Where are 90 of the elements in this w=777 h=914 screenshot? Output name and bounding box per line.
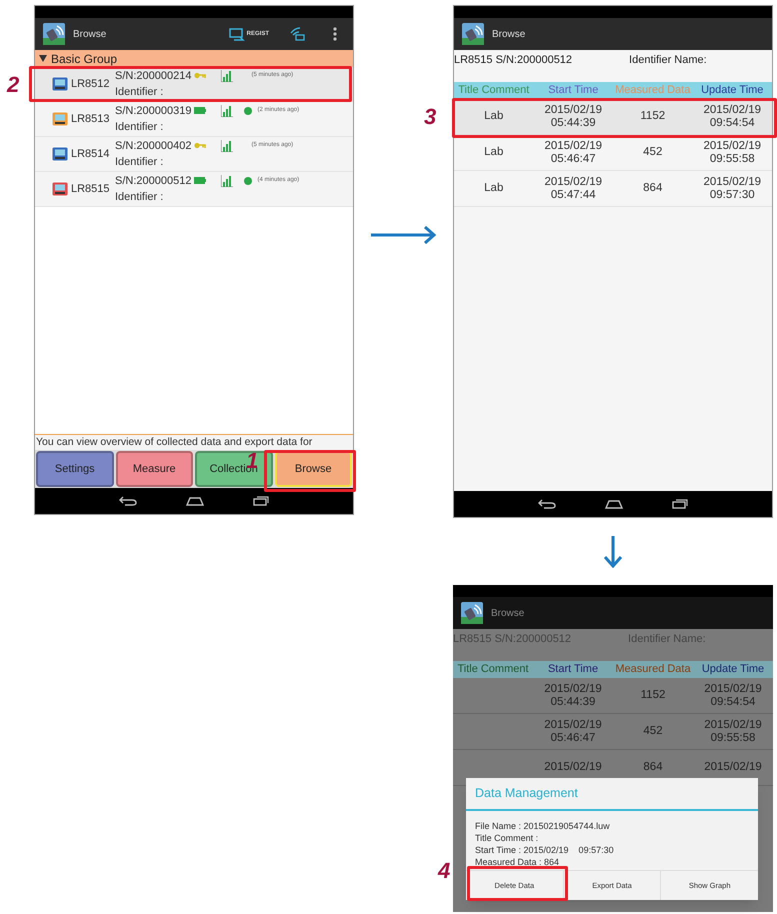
dialog-text: Measured Data : 864 xyxy=(475,856,560,868)
table-cell: 2015/02/19 05:46:47 xyxy=(544,140,602,166)
group-header[interactable]: Basic Group xyxy=(35,50,353,67)
signal-icon xyxy=(221,70,234,82)
signal-icon xyxy=(221,104,234,117)
back-icon[interactable] xyxy=(119,496,137,506)
table-cell: 2015/02/19 xyxy=(544,761,602,774)
device-model: LR8513 xyxy=(71,112,111,127)
key-icon xyxy=(194,72,206,80)
monitor-icon[interactable] xyxy=(228,28,245,40)
device-serial-label: LR8515 S/N:200000512 xyxy=(454,52,572,68)
identifier-label: Identifier : xyxy=(115,155,164,170)
column-header: Start Time xyxy=(548,84,598,97)
table-cell: 2015/02/19 05:47:44 xyxy=(544,176,602,202)
screen-title: Browse xyxy=(73,28,106,42)
overflow-menu-icon[interactable] xyxy=(333,27,337,41)
table-cell: 452 xyxy=(643,725,663,738)
table-cell: 1152 xyxy=(640,689,666,702)
column-header: Title Comment xyxy=(457,663,529,676)
table-cell: 2015/02/19 05:44:39 xyxy=(544,104,602,130)
battery-icon xyxy=(194,177,206,184)
status-dot-icon xyxy=(244,106,252,115)
identifier-label: Identifier : xyxy=(115,85,164,100)
table-cell: 1152 xyxy=(640,110,666,123)
table-cell: 2015/02/19 09:55:58 xyxy=(703,140,762,166)
table-cell: Lab xyxy=(484,182,504,195)
column-header: Start Time xyxy=(548,663,598,676)
table-row[interactable]: 2015/02/19 05:46:47 452 2015/02/19 09:55:58 xyxy=(453,714,773,750)
battery-icon xyxy=(194,107,206,114)
identifier-label: Identifier : xyxy=(115,190,164,205)
column-header: Update Time xyxy=(702,663,764,676)
callout-number: 4 xyxy=(438,860,450,882)
signal-icon xyxy=(221,140,234,152)
app-logo-icon xyxy=(43,23,65,45)
callout-number: 2 xyxy=(7,74,20,96)
screen-title: Browse xyxy=(491,606,524,620)
table-cell: 452 xyxy=(643,146,662,159)
table-cell: 2015/02/19 09:54:54 xyxy=(704,682,762,708)
bottom-tab[interactable]: Browse xyxy=(274,451,352,487)
screen-title: Browse xyxy=(492,28,526,42)
table-cell: Lab xyxy=(484,146,504,159)
table-cell: 2015/02/19 05:44:39 xyxy=(544,682,602,708)
hint-text: You can view overview of collected data and export data for xyxy=(35,435,353,450)
table-row[interactable]: 2015/02/19 05:44:39 1152 2015/02/19 09:54:54 xyxy=(453,678,773,714)
table-cell: 2015/02/19 09:55:58 xyxy=(704,718,762,744)
signal-icon xyxy=(221,174,234,187)
table-row[interactable]: Lab 2015/02/19 05:46:47 452 2015/02/19 09:55:58 xyxy=(454,135,772,171)
table-cell: 2015/02/19 05:46:47 xyxy=(544,718,602,744)
serial-number: S/N:200000512 xyxy=(115,174,192,188)
column-header: Title Comment xyxy=(458,84,530,97)
table-cell: Lab xyxy=(484,110,504,123)
column-header: Measured Data xyxy=(615,663,691,676)
key-icon xyxy=(194,142,206,150)
column-header: Update Time xyxy=(701,84,764,97)
home-icon[interactable] xyxy=(604,499,624,509)
app-logo-icon xyxy=(461,602,483,624)
app-logo-icon xyxy=(462,23,484,45)
right-arrow-icon xyxy=(370,225,436,245)
table-cell: 2015/02/19 xyxy=(704,761,762,774)
recent-apps-icon[interactable] xyxy=(253,496,269,506)
device-model: LR8515 xyxy=(71,182,111,197)
bottom-tab[interactable]: Measure xyxy=(116,451,193,487)
identifier-name-label: Identifier Name: xyxy=(629,52,707,68)
recent-apps-icon[interactable] xyxy=(672,499,688,509)
serial-number: S/N:200000214 xyxy=(115,68,192,84)
dialog-text: Title Comment : xyxy=(475,832,540,844)
down-arrow-icon xyxy=(603,536,623,568)
dialog-title: Data Management xyxy=(475,785,578,802)
serial-number: S/N:200000402 xyxy=(115,138,192,154)
group-label: Basic Group xyxy=(51,50,118,68)
table-row[interactable]: Lab 2015/02/19 05:44:39 1152 2015/02/19 09:54:54 xyxy=(454,99,772,135)
table-cell: 2015/02/19 09:54:54 xyxy=(703,104,762,130)
callout-number: 3 xyxy=(424,106,436,128)
dialog-text: Start Time : 2015/02/19 09:57:30 xyxy=(475,844,615,856)
identifier-label: Identifier : xyxy=(115,120,164,135)
table-row[interactable]: Lab 2015/02/19 05:47:44 864 2015/02/19 09:57:30 xyxy=(454,171,772,207)
table-cell: 864 xyxy=(643,182,662,195)
expand-caret-icon xyxy=(39,55,47,62)
serial-number: S/N:200000319 xyxy=(115,104,192,118)
dialog-text: File Name : 20150219054744.luw xyxy=(475,820,611,832)
device-model: LR8514 xyxy=(71,146,111,162)
status-dot-icon xyxy=(244,176,252,185)
table-cell: 2015/02/19 09:57:30 xyxy=(703,176,762,202)
device-model: LR8512 xyxy=(71,76,111,92)
table-cell: 864 xyxy=(643,761,663,774)
column-header: Measured Data xyxy=(615,84,690,97)
bottom-tab[interactable]: Settings xyxy=(36,451,114,487)
wireless-icon[interactable] xyxy=(289,27,305,41)
back-icon[interactable] xyxy=(538,499,556,509)
home-icon[interactable] xyxy=(185,496,205,506)
